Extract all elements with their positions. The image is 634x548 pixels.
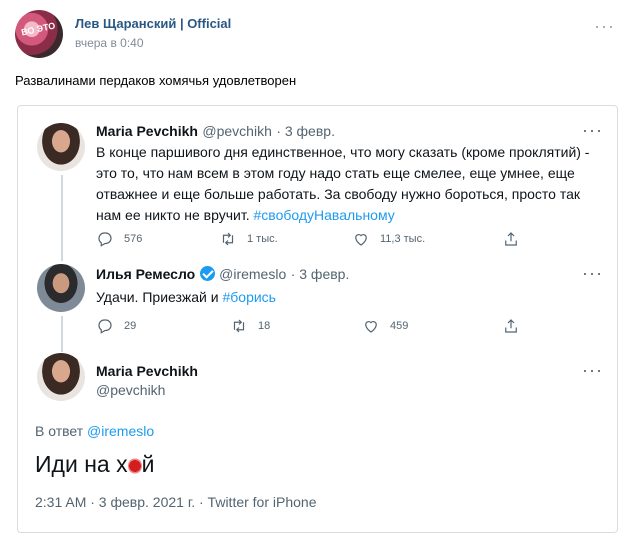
share-button[interactable] <box>502 317 520 335</box>
author-name[interactable]: Лев Щаранский | Official <box>75 16 231 31</box>
share-icon <box>505 232 517 246</box>
reply-prefix: В ответ <box>35 423 84 439</box>
like-button[interactable]: 11,3 тыс. <box>352 230 425 248</box>
more-icon[interactable]: ··· <box>582 120 603 141</box>
tweet-date[interactable]: · 3 февр. <box>291 266 350 282</box>
avatar[interactable] <box>37 264 85 312</box>
reply-handle-link[interactable]: @iremeslo <box>87 423 154 439</box>
more-icon[interactable]: ··· <box>582 263 603 284</box>
reply-button[interactable]: 576 <box>96 230 142 248</box>
like-icon <box>355 234 367 246</box>
main-tweet-text-start: Иди на х <box>35 451 128 477</box>
vk-post-header: ВО ЭТО Лев Щаранский | Official вчера в … <box>15 10 615 60</box>
verified-icon <box>199 266 215 281</box>
thread-line <box>61 316 63 352</box>
more-icon[interactable]: ··· <box>582 360 603 381</box>
censor-blob-icon <box>127 458 142 474</box>
retweet-button[interactable]: 18 <box>230 317 270 335</box>
like-button[interactable]: 459 <box>362 317 408 335</box>
avatar[interactable] <box>37 353 85 401</box>
like-icon <box>365 321 377 333</box>
tweet-body: Удачи. Приезжай и <box>96 289 219 305</box>
tweet-author-name[interactable]: Илья Ремесло <box>96 266 195 282</box>
reply-icon <box>98 319 112 334</box>
avatar[interactable] <box>37 123 85 171</box>
reply-count: 29 <box>124 320 137 332</box>
reply-count: 576 <box>124 233 143 245</box>
post-text: Развалинами пердаков хомячья удовлетворе… <box>15 73 297 88</box>
more-icon[interactable]: ··· <box>594 16 615 37</box>
tweet-author-name[interactable]: Maria Pevchikh <box>96 123 198 139</box>
tweet-date[interactable]: · 3 февр. <box>276 123 335 139</box>
tweet-text: Удачи. Приезжай и #борись <box>96 287 596 308</box>
tweet-actions: 576 1 тыс. 11,3 тыс. <box>96 230 576 250</box>
like-count: 459 <box>390 320 409 332</box>
retweet-count: 1 тыс. <box>247 233 278 245</box>
tweet-author-name[interactable]: Maria Pevchikh <box>96 363 198 379</box>
retweet-icon <box>222 232 234 246</box>
main-tweet-text-end: й <box>141 451 155 477</box>
reply-context: В ответ @iremeslo <box>35 423 154 439</box>
tweet-actions: 29 18 459 <box>96 317 576 337</box>
tweet-author-handle[interactable]: @iremeslo <box>219 266 286 282</box>
tweet-meta[interactable]: 2:31 AM · 3 февр. 2021 г. · Twitter for … <box>35 494 317 510</box>
like-count: 11,3 тыс. <box>380 233 426 245</box>
tweet-text: В конце паршивого дня единственное, что … <box>96 142 596 226</box>
post-time[interactable]: вчера в 0:40 <box>75 36 144 50</box>
retweet-count: 18 <box>258 320 271 332</box>
author-avatar[interactable]: ВО ЭТО <box>15 10 63 58</box>
tweet-author-handle[interactable]: @pevchikh <box>202 123 271 139</box>
hashtag-link[interactable]: #свободуНавальному <box>254 207 395 223</box>
tweet-author-handle[interactable]: @pevchikh <box>96 382 198 398</box>
thread-line <box>61 175 63 261</box>
twitter-thread-card: Maria Pevchikh @pevchikh · 3 февр. ··· В… <box>17 105 618 533</box>
hashtag-link[interactable]: #борись <box>222 289 276 305</box>
reply-icon <box>98 232 112 247</box>
main-tweet-text: Иди на х й <box>35 451 154 478</box>
reply-button[interactable]: 29 <box>96 317 136 335</box>
tweet-author[interactable]: Maria Pevchikh @pevchikh <box>96 363 198 398</box>
retweet-icon <box>233 319 245 333</box>
share-button[interactable] <box>502 230 520 248</box>
share-icon <box>505 319 517 333</box>
retweet-button[interactable]: 1 тыс. <box>219 230 278 248</box>
